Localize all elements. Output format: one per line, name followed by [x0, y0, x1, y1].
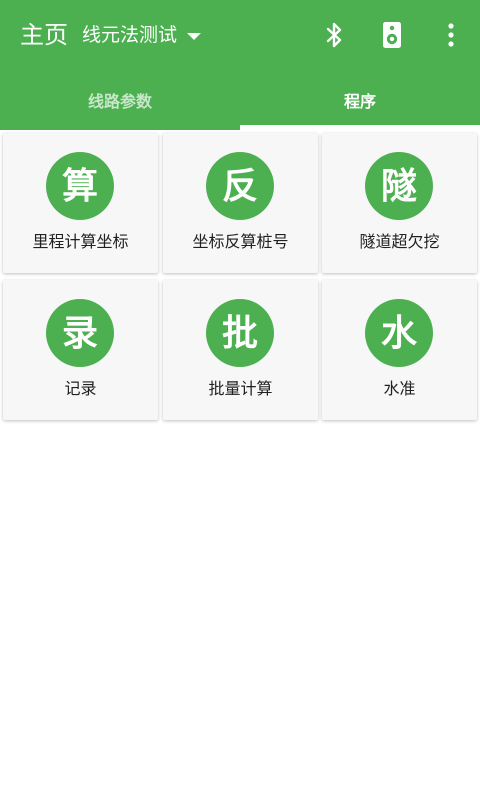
tool-glyph-icon: 算: [46, 152, 114, 220]
tab-indicator: [240, 125, 480, 130]
dropdown-arrow-icon: [187, 32, 202, 40]
bluetooth-icon[interactable]: [319, 20, 349, 50]
tool-card-coord-to-station[interactable]: 反 坐标反算桩号: [163, 133, 318, 273]
tool-card-leveling[interactable]: 水 水准: [322, 280, 477, 420]
tool-label: 水准: [383, 379, 416, 398]
tool-glyph-icon: 录: [46, 299, 114, 367]
more-vertical-icon[interactable]: [436, 20, 466, 50]
tool-card-station-to-coord[interactable]: 算 里程计算坐标: [3, 133, 158, 273]
tab-route-params[interactable]: 线路参数: [0, 70, 240, 130]
tool-label: 隧道超欠挖: [359, 232, 440, 251]
toolbar: 主页 线元法测试: [0, 0, 480, 70]
project-name: 线元法测试: [82, 24, 178, 46]
tool-card-records[interactable]: 录 记录: [3, 280, 158, 420]
page-title: 主页: [20, 21, 68, 49]
app-bar: 主页 线元法测试 线路参数 程序: [0, 0, 480, 130]
tool-card-tunnel-excavation[interactable]: 隧 隧道超欠挖: [322, 133, 477, 273]
tool-glyph-icon: 批: [206, 299, 274, 367]
tool-glyph-icon: 反: [206, 152, 274, 220]
tool-label: 记录: [64, 379, 97, 398]
tab-bar: 线路参数 程序: [0, 70, 480, 130]
tool-card-batch-calc[interactable]: 批 批量计算: [163, 280, 318, 420]
tool-label: 里程计算坐标: [32, 232, 129, 251]
tool-glyph-icon: 隧: [365, 152, 433, 220]
tab-program[interactable]: 程序: [240, 70, 480, 130]
project-selector[interactable]: 线元法测试: [82, 20, 202, 50]
tool-label: 坐标反算桩号: [192, 232, 289, 251]
speaker-icon[interactable]: [377, 20, 407, 50]
tool-label: 批量计算: [208, 379, 273, 398]
tool-glyph-icon: 水: [365, 299, 433, 367]
